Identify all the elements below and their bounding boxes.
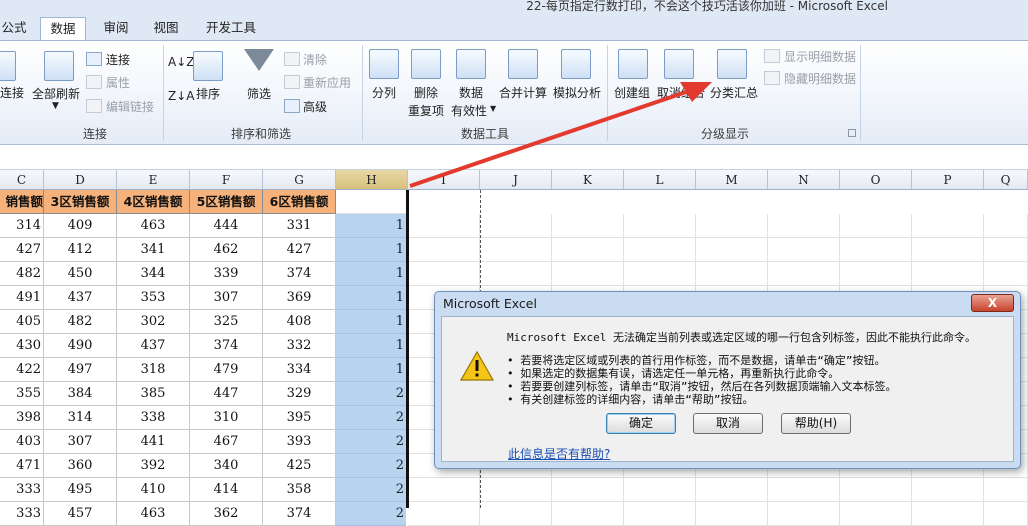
ok-button[interactable]: 确定 [606,413,676,434]
help-feedback-link[interactable]: 此信息是否有帮助? [508,445,610,462]
cancel-button[interactable]: 取消 [693,413,763,434]
warning-icon [460,351,494,381]
dialog-bullet: • 若要将选定区域或列表的首行用作标签，而不是数据，请单击“确定”按钮。 [507,354,886,367]
dialog-bullet: • 有关创建标签的详细内容，请单击“帮助”按钮。 [507,393,754,406]
dialog-bullet: • 若要要创建列标签，请单击“取消”按钮，然后在各列数据顶端输入文本标签。 [507,380,897,393]
error-dialog: Microsoft Excel X Microsoft Excel 无法确定当前… [434,291,1021,469]
dialog-bullet: • 如果选定的数据集有误，请选定任一单元格，再重新执行此命令。 [507,367,840,380]
dialog-message: Microsoft Excel 无法确定当前列表或选定区域的哪一行包含列标签，因… [507,331,976,344]
dialog-title: Microsoft Excel [443,296,537,311]
close-button[interactable]: X [971,294,1014,312]
arrow-shaft [409,88,693,188]
help-button[interactable]: 帮助(H) [781,413,851,434]
dialog-body: Microsoft Excel 无法确定当前列表或选定区域的哪一行包含列标签，因… [441,316,1014,462]
